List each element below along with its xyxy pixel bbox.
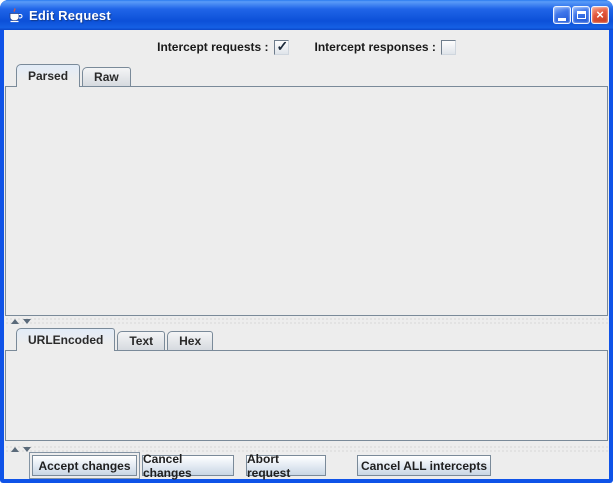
titlebar[interactable]: Edit Request × xyxy=(0,0,613,30)
content-tabstrip: URLEncoded Text Hex xyxy=(16,328,215,350)
divider-collapse-down-icon[interactable] xyxy=(23,319,31,324)
parsed-pane xyxy=(5,86,608,316)
intercept-responses-checkbox[interactable] xyxy=(441,40,456,55)
close-button[interactable]: × xyxy=(591,6,609,24)
urlencoded-pane xyxy=(5,350,608,441)
intercept-requests-label: Intercept requests : xyxy=(157,40,268,54)
request-tabstrip: Parsed Raw xyxy=(16,64,133,86)
maximize-button[interactable] xyxy=(572,6,590,24)
tab-parsed[interactable]: Parsed xyxy=(16,64,80,86)
minimize-icon xyxy=(558,18,566,21)
window-title: Edit Request xyxy=(29,8,111,23)
divider-collapse-up-icon[interactable] xyxy=(11,319,19,324)
tab-hex[interactable]: Hex xyxy=(167,331,213,350)
edit-request-window: Edit Request × Intercept requests : Inte… xyxy=(0,0,613,483)
split-divider[interactable] xyxy=(5,317,608,326)
intercept-responses-label: Intercept responses : xyxy=(315,40,436,54)
cancel-changes-button[interactable]: Cancel changes xyxy=(142,455,234,476)
divider-collapse-up-icon[interactable] xyxy=(11,447,19,452)
java-cup-icon xyxy=(7,7,23,23)
intercept-bar: Intercept requests : Intercept responses… xyxy=(4,36,609,58)
intercept-requests-checkbox[interactable] xyxy=(274,40,289,55)
abort-request-button[interactable]: Abort request xyxy=(246,455,326,476)
close-icon: × xyxy=(596,8,604,21)
tab-urlencoded[interactable]: URLEncoded xyxy=(16,328,115,350)
minimize-button[interactable] xyxy=(553,6,571,24)
maximize-icon xyxy=(577,11,586,19)
tab-text[interactable]: Text xyxy=(117,331,165,350)
accept-changes-button[interactable]: Accept changes xyxy=(32,455,137,476)
cancel-all-intercepts-button[interactable]: Cancel ALL intercepts xyxy=(357,455,491,476)
tab-raw[interactable]: Raw xyxy=(82,67,131,86)
divider-collapse-down-icon[interactable] xyxy=(23,447,31,452)
